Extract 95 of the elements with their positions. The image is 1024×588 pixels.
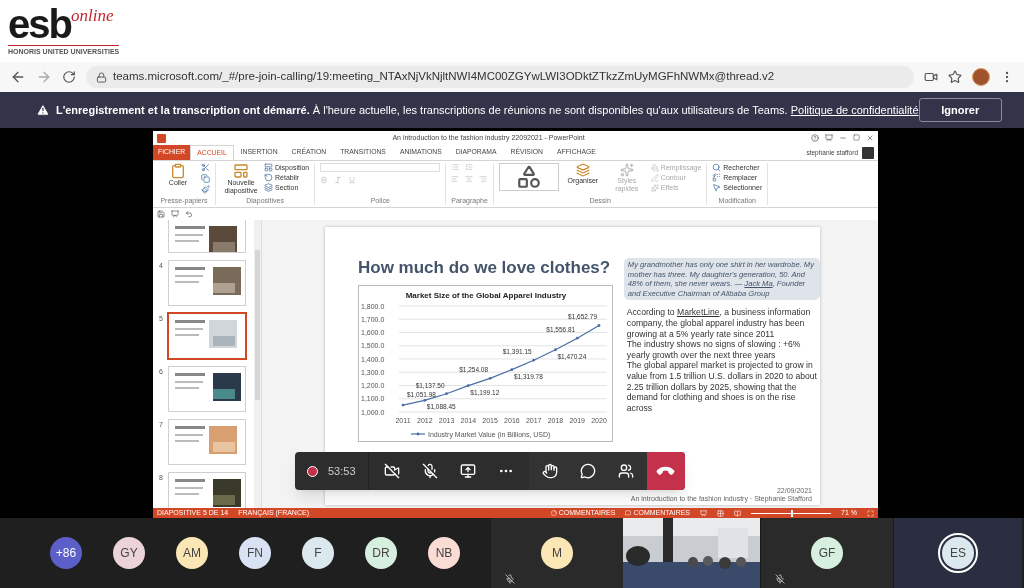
participant-avatar[interactable]: AM bbox=[176, 537, 208, 569]
data-point bbox=[575, 336, 579, 340]
address-bar[interactable]: teams.microsoft.com/_#/pre-join-calling/19:meeting_NTAxNjVkNjltNWI4MC00ZGYwLWI3ODktZTkzZmUyMGFhNWMx@thread.v2 bbox=[86, 66, 914, 88]
italic-icon bbox=[334, 176, 343, 184]
data-point bbox=[423, 398, 427, 402]
search-icon bbox=[712, 163, 722, 172]
reload-icon[interactable] bbox=[62, 70, 76, 84]
bullets-icon bbox=[451, 163, 460, 171]
slide-title: How much do we love clothes? bbox=[358, 258, 612, 278]
mic-off-icon bbox=[421, 463, 438, 479]
align-left-icon bbox=[451, 175, 460, 183]
arrange-icon bbox=[575, 163, 590, 177]
close-icon[interactable] bbox=[866, 134, 874, 142]
share-icon bbox=[459, 463, 476, 479]
hang-up-button[interactable] bbox=[646, 452, 685, 490]
save-icon[interactable] bbox=[157, 210, 165, 218]
scissors-icon bbox=[201, 163, 210, 172]
align-right-icon bbox=[479, 175, 488, 183]
font-field[interactable] bbox=[320, 163, 441, 172]
participant-tile[interactable]: GF bbox=[760, 518, 893, 588]
cursor-icon bbox=[712, 183, 722, 192]
camera-icon[interactable] bbox=[924, 70, 938, 84]
logo-tagline: online bbox=[70, 6, 114, 25]
star-icon[interactable] bbox=[948, 70, 962, 84]
powerpoint-logo-icon bbox=[157, 133, 166, 143]
hand-icon bbox=[541, 463, 558, 479]
participant-avatar[interactable]: GF bbox=[811, 537, 843, 569]
url-text: teams.microsoft.com/_#/pre-join-calling/19:meeting_NTAxNjVkNjltNWI4MC00ZGYwLWI3ODktZTkzZmUyMGFhNWMx@thread.v2 bbox=[113, 69, 775, 85]
section-icon bbox=[264, 183, 273, 192]
fill-icon bbox=[650, 163, 659, 172]
participant-tile[interactable]: ES bbox=[893, 518, 1022, 588]
user-avatar[interactable] bbox=[862, 146, 874, 159]
paste-icon bbox=[170, 163, 186, 179]
underline-icon bbox=[348, 176, 357, 184]
participant-avatar[interactable]: NB bbox=[428, 537, 460, 569]
participant-avatar[interactable]: +86 bbox=[50, 537, 82, 569]
maximize-icon[interactable] bbox=[853, 134, 860, 141]
privacy-link[interactable]: Politique de confidentialité bbox=[790, 103, 919, 116]
back-icon[interactable] bbox=[10, 69, 26, 85]
profile-avatar[interactable] bbox=[972, 68, 990, 86]
muted-icon bbox=[775, 574, 785, 584]
legend-swatch bbox=[410, 432, 426, 436]
body-paragraph: The industry shows no signs of slowing : +6% yearly growth over the next three years bbox=[626, 339, 802, 361]
participant-avatar[interactable]: F bbox=[302, 537, 334, 569]
undo-icon[interactable] bbox=[185, 210, 193, 218]
participant-avatar[interactable]: DR bbox=[365, 537, 397, 569]
effects-icon bbox=[650, 183, 659, 192]
body-paragraph: The global apparel market is projected to grow in value from 1.5 trillion U.S. dollars in 2020 to about 2.25 trillion dollars by 2025, showing that the demand for clothing and shoes is on the rise across bbox=[626, 360, 817, 414]
shapes-gallery-icon bbox=[498, 163, 559, 191]
new-slide-icon bbox=[233, 163, 249, 179]
layout-icon bbox=[264, 163, 273, 172]
lock-icon bbox=[96, 71, 107, 83]
source-link[interactable]: MarketLine bbox=[677, 307, 720, 318]
display-options-icon[interactable] bbox=[825, 134, 833, 142]
data-point bbox=[466, 384, 470, 388]
logo-text: esb bbox=[8, 4, 71, 44]
notes-icon bbox=[550, 510, 557, 516]
copy-icon bbox=[201, 174, 210, 183]
data-point bbox=[532, 358, 536, 362]
call-timer: 53:53 bbox=[328, 463, 356, 479]
chart-title: Market Size of the Global Apparel Industry bbox=[405, 291, 567, 300]
zoom-thumb[interactable] bbox=[791, 509, 794, 517]
participant-avatar[interactable]: FN bbox=[239, 537, 271, 569]
body-paragraph: According to MarketLine, a business information company, the global apparel industry has been growing at a 5% yearly rate since 2011 bbox=[626, 307, 812, 340]
brush-icon bbox=[201, 185, 210, 194]
reading-view-icon[interactable] bbox=[734, 509, 742, 517]
participant-avatar[interactable]: M bbox=[541, 537, 573, 569]
numbering-icon bbox=[465, 163, 474, 171]
data-point bbox=[401, 403, 405, 407]
styles-icon bbox=[619, 163, 634, 177]
slideshow-icon[interactable] bbox=[171, 210, 179, 218]
normal-view-icon[interactable] bbox=[700, 509, 708, 517]
camera-off-icon bbox=[383, 463, 400, 479]
help-icon[interactable] bbox=[811, 134, 819, 142]
muted-icon bbox=[505, 574, 515, 584]
banner-message: L'enregistrement et la transcription ont démarré. À l'heure actuelle, les transcriptions de réunions ne sont disponibles qu'aux utilisateurs de Teams. Politique de confidentialité bbox=[55, 102, 919, 118]
scrollbar[interactable] bbox=[254, 220, 261, 508]
align-center-icon bbox=[465, 175, 474, 183]
sorter-view-icon[interactable] bbox=[717, 509, 725, 517]
data-point bbox=[445, 392, 448, 396]
participant-avatar[interactable]: GY bbox=[113, 537, 145, 569]
data-point bbox=[510, 368, 514, 371]
reset-icon bbox=[264, 173, 273, 182]
data-point bbox=[597, 324, 601, 327]
warning-icon bbox=[36, 103, 50, 117]
data-point bbox=[554, 348, 557, 352]
bold-icon bbox=[320, 176, 329, 184]
comment-icon bbox=[625, 510, 632, 516]
chat-icon bbox=[579, 463, 596, 479]
replace-icon bbox=[712, 173, 722, 182]
dismiss-button[interactable]: Ignorer bbox=[918, 98, 1002, 122]
data-point bbox=[488, 376, 492, 380]
outline-icon bbox=[650, 173, 659, 182]
people-icon bbox=[617, 463, 634, 479]
participant-tile[interactable]: M bbox=[490, 518, 623, 588]
